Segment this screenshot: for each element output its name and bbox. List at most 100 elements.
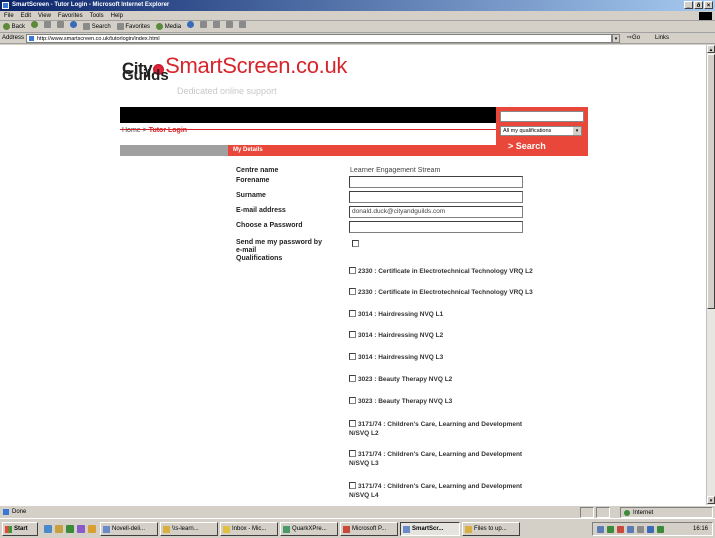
qualification-checkbox[interactable]: [349, 397, 356, 404]
address-url: http://www.smartscreen.co.uk/tutorlogin/…: [37, 36, 160, 42]
scroll-up-arrow-icon[interactable]: ▴: [707, 45, 715, 53]
qualifications-label: Qualifications: [236, 255, 283, 262]
address-dropdown-button[interactable]: ▾: [612, 34, 620, 43]
tray-search-icon[interactable]: [627, 526, 634, 533]
qualification-checkbox[interactable]: [349, 450, 356, 457]
media-button[interactable]: Media: [156, 21, 181, 32]
taskbar-button-microsoft[interactable]: Microsoft P...: [340, 522, 398, 536]
qualification-checkbox[interactable]: [349, 331, 356, 338]
menu-help[interactable]: Help: [111, 11, 123, 20]
start-button[interactable]: Start: [2, 522, 38, 536]
minimize-button[interactable]: _: [684, 1, 693, 9]
qualification-item[interactable]: 3014 : Hairdressing NVQ L2: [349, 331, 443, 340]
status-cell: [596, 507, 610, 518]
back-arrow-icon: [3, 22, 10, 30]
surname-input[interactable]: [349, 191, 523, 203]
favorites-button[interactable]: Favorites: [116, 21, 150, 32]
taskbar-button-inbox[interactable]: Inbox - Mic...: [220, 522, 278, 536]
menu-favorites[interactable]: Favorites: [58, 11, 83, 20]
mail-icon[interactable]: [200, 21, 208, 28]
tray-volume-icon[interactable]: [647, 526, 654, 533]
tray-language-icon[interactable]: [617, 526, 624, 533]
taskbar-button-smartscreen[interactable]: SmartScr...: [400, 522, 460, 536]
qualification-checkbox[interactable]: [349, 482, 356, 489]
qualification-checkbox[interactable]: [349, 267, 356, 274]
vertical-scrollbar[interactable]: ▴ ▾: [706, 45, 715, 505]
password-input[interactable]: [349, 221, 523, 233]
quicklaunch-outlook-icon[interactable]: [55, 525, 63, 533]
stop-icon[interactable]: [44, 21, 52, 28]
close-button[interactable]: ×: [704, 1, 713, 9]
go-button[interactable]: ⇨Go: [627, 33, 640, 44]
menu-edit[interactable]: Edit: [21, 11, 31, 20]
menu-file[interactable]: File: [4, 11, 14, 20]
site-search-button[interactable]: > Search: [508, 141, 546, 151]
powerpoint-icon: [343, 526, 350, 533]
qualification-checkbox[interactable]: [349, 353, 356, 360]
quicklaunch-folder-icon[interactable]: [88, 525, 96, 533]
scroll-thumb[interactable]: [707, 54, 715, 309]
quicklaunch-desktop-icon[interactable]: [66, 525, 74, 533]
qualification-item[interactable]: 3023 : Beauty Therapy NVQ L2: [349, 375, 452, 384]
search-button[interactable]: Search: [83, 21, 111, 32]
menu-tools[interactable]: Tools: [90, 11, 104, 20]
folder-icon: [163, 526, 170, 533]
tray-network-icon[interactable]: [597, 526, 604, 533]
qualification-item[interactable]: 3014 : Hairdressing NVQ L1: [349, 310, 443, 319]
scroll-down-arrow-icon[interactable]: ▾: [707, 496, 715, 504]
globe-icon: [624, 510, 630, 516]
send-password-checkbox[interactable]: [352, 240, 359, 247]
tray-antivirus-icon[interactable]: [607, 526, 614, 533]
page-icon: [29, 36, 34, 41]
tray-printer-icon[interactable]: [637, 526, 644, 533]
address-input[interactable]: http://www.smartscreen.co.uk/tutorlogin/…: [26, 34, 612, 43]
title-bar: SmartScreen - Tutor Login - Microsoft In…: [0, 0, 715, 11]
menu-view[interactable]: View: [38, 11, 51, 20]
quicklaunch-media-icon[interactable]: [77, 525, 85, 533]
quicklaunch-ie-icon[interactable]: [44, 525, 52, 533]
clock[interactable]: 16:16: [693, 523, 708, 535]
taskbar-button-files[interactable]: Files to up...: [462, 522, 520, 536]
qualification-item[interactable]: 3171/74 : Children's Care, Learning and …: [349, 482, 522, 500]
tray-messenger-icon[interactable]: [657, 526, 664, 533]
print-icon[interactable]: [213, 21, 221, 28]
qualification-item[interactable]: 3171/74 : Children's Care, Learning and …: [349, 450, 522, 468]
media-icon: [156, 22, 164, 30]
edit-icon[interactable]: [226, 21, 234, 28]
back-button[interactable]: Back: [3, 21, 25, 32]
maximize-button[interactable]: ð: [694, 1, 703, 9]
forename-input[interactable]: [349, 176, 523, 188]
qualification-checkbox[interactable]: [349, 375, 356, 382]
windows-logo: [699, 12, 712, 20]
qualification-checkbox[interactable]: [349, 420, 356, 427]
app-icon: [103, 526, 110, 533]
history-icon[interactable]: [187, 21, 195, 28]
refresh-icon[interactable]: [57, 21, 65, 28]
home-icon[interactable]: [70, 21, 78, 28]
taskbar-button-novell[interactable]: Novell-deli...: [100, 522, 158, 536]
forward-arrow-icon[interactable]: [31, 21, 39, 28]
links-button[interactable]: Links: [655, 33, 669, 44]
qualification-item[interactable]: 3014 : Hairdressing NVQ L3: [349, 353, 443, 362]
discuss-icon[interactable]: [239, 21, 247, 28]
logo-brand: SmartScreen.co.uk: [165, 53, 348, 78]
email-input[interactable]: donald.duck@cityandguilds.com: [349, 206, 523, 218]
qualification-item[interactable]: 2330 : Certificate in Electrotechnical T…: [349, 288, 533, 297]
site-search-input[interactable]: [500, 111, 584, 122]
taskbar-button-folder[interactable]: \\s-learn...: [160, 522, 218, 536]
qualification-select[interactable]: All my qualifications ▾: [500, 126, 582, 136]
taskbar-button-quark[interactable]: QuarkXPre...: [280, 522, 338, 536]
window-title: SmartScreen - Tutor Login - Microsoft In…: [12, 2, 170, 8]
header-banner: [120, 107, 496, 123]
section-header: My Details: [228, 145, 496, 156]
qualification-item[interactable]: 3171/74 : Children's Care, Learning and …: [349, 420, 522, 438]
qualification-checkbox[interactable]: [349, 310, 356, 317]
logo-guilds: Guilds: [122, 67, 169, 84]
send-password-label-cont: e-mail: [236, 247, 257, 254]
folder-icon: [465, 526, 472, 533]
qualification-item[interactable]: 3023 : Beauty Therapy NVQ L3: [349, 397, 452, 406]
menu-bar: File Edit View Favorites Tools Help: [0, 11, 715, 21]
qualification-item[interactable]: 2330 : Certificate in Electrotechnical T…: [349, 267, 533, 276]
qualification-checkbox[interactable]: [349, 288, 356, 295]
site-logo[interactable]: City SmartScreen.co.uk Guilds Dedicated o…: [122, 53, 348, 96]
